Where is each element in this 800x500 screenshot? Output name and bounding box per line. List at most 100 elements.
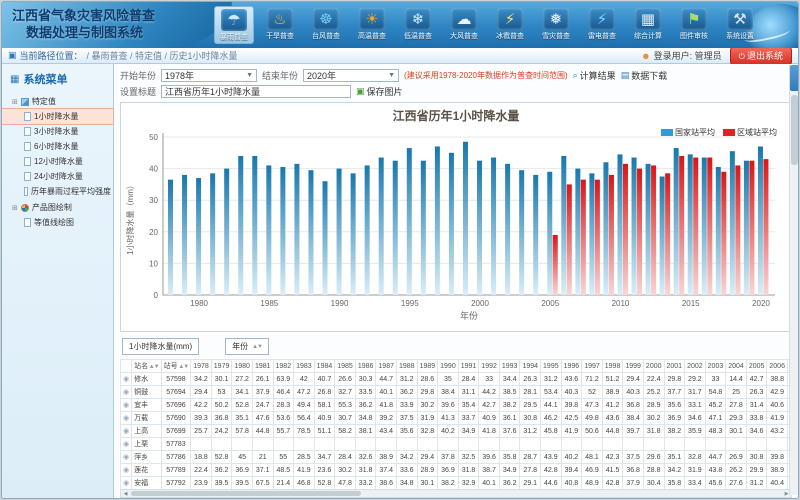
year-header-1995[interactable]: 1995 xyxy=(541,360,562,373)
table-row-修水[interactable]: ◉修水5759834.230.127.226.163.94240.726.630… xyxy=(121,373,793,386)
metric-select[interactable]: 1小时降水量(mm) xyxy=(122,338,199,355)
vertical-scroll-thumb[interactable] xyxy=(791,95,798,165)
year-header-1982[interactable]: 1982 xyxy=(273,360,294,373)
year-header-1996[interactable]: 1996 xyxy=(561,360,582,373)
bar-national-1985 xyxy=(266,165,271,295)
table-row-宜丰[interactable]: ◉宜丰5769642.250.252.824.728.349.458.155.3… xyxy=(121,399,793,412)
tree-item-历年暴雨过程平均强度[interactable]: 历年暴雨过程平均强度 xyxy=(2,184,113,199)
station-name-header[interactable]: 站名 ▲▼ xyxy=(132,360,162,373)
chart-title-input[interactable] xyxy=(161,85,351,98)
year-header-2002[interactable]: 2002 xyxy=(685,360,706,373)
year-header-1985[interactable]: 1985 xyxy=(335,360,356,373)
year-header-1986[interactable]: 1986 xyxy=(355,360,376,373)
year-header-1991[interactable]: 1991 xyxy=(458,360,479,373)
year-header-1978[interactable]: 1978 xyxy=(191,360,212,373)
sort-arrows-icon[interactable]: ▲▼ xyxy=(178,364,189,370)
value-cell: 18.8 xyxy=(191,451,212,464)
year-header-1987[interactable]: 1987 xyxy=(376,360,397,373)
year-header-2001[interactable]: 2001 xyxy=(664,360,685,373)
year-sort-select[interactable]: 年份▲▼ xyxy=(225,338,269,355)
download-button[interactable]: ▤ 数据下载 xyxy=(621,69,668,82)
vertical-scrollbar[interactable] xyxy=(789,65,798,495)
row-radio-icon[interactable]: ◉ xyxy=(123,376,129,383)
row-radio-icon[interactable]: ◉ xyxy=(123,415,129,422)
year-header-1997[interactable]: 1997 xyxy=(582,360,603,373)
toolbar-item-lightning-survey[interactable]: ⚡雷电普查 xyxy=(582,6,622,44)
year-header-1983[interactable]: 1983 xyxy=(294,360,315,373)
row-radio-icon[interactable]: ◉ xyxy=(123,389,129,396)
horizontal-scrollbar[interactable]: ◀ ▶ xyxy=(120,489,792,498)
toolbar-item-drought-survey[interactable]: ♨干旱普查 xyxy=(260,6,300,44)
tree-group-0[interactable]: ⊞特定值 xyxy=(2,93,113,109)
table-row-上栗[interactable]: ◉上栗57783 xyxy=(121,438,793,451)
toolbar-item-map-review[interactable]: ⚑图件审核 xyxy=(674,6,714,44)
table-row-萍乡[interactable]: ◉萍乡5778618.852.845215528.534.728.432.638… xyxy=(121,451,793,464)
tree-group-1[interactable]: ⊞产品图绘制 xyxy=(2,199,113,215)
year-header-1992[interactable]: 1992 xyxy=(479,360,500,373)
year-header-1990[interactable]: 1990 xyxy=(438,360,459,373)
radio-cell[interactable]: ◉ xyxy=(121,425,132,438)
tree-item-6小时降水量[interactable]: 6小时降水量 xyxy=(2,139,113,154)
save-image-button[interactable]: ▣ 保存图片 xyxy=(356,85,403,98)
row-radio-icon[interactable]: ◉ xyxy=(123,467,129,474)
radio-cell[interactable]: ◉ xyxy=(121,477,132,490)
scroll-up-button[interactable] xyxy=(790,65,799,91)
year-header-2004[interactable]: 2004 xyxy=(726,360,747,373)
tree-item-1小时降水量[interactable]: 1小时降水量 xyxy=(2,109,113,124)
toolbar-item-system-settings[interactable]: ⚒系统设置 xyxy=(720,6,760,44)
year-header-2000[interactable]: 2000 xyxy=(643,360,664,373)
row-radio-icon[interactable]: ◉ xyxy=(123,454,129,461)
radio-cell[interactable]: ◉ xyxy=(121,412,132,425)
radio-cell[interactable]: ◉ xyxy=(121,464,132,477)
year-header-2005[interactable]: 2005 xyxy=(746,360,767,373)
horizontal-scroll-thumb[interactable] xyxy=(131,491,361,496)
toolbar-item-low-temp-survey[interactable]: ❄低温普查 xyxy=(398,6,438,44)
radio-cell[interactable]: ◉ xyxy=(121,451,132,464)
toolbar-item-high-temp-survey[interactable]: ☀高温普查 xyxy=(352,6,392,44)
end-year-select[interactable]: 2020年▼ xyxy=(303,69,399,82)
tree-item-24小时降水量[interactable]: 24小时降水量 xyxy=(2,169,113,184)
table-row-万载[interactable]: ◉万载5769039.336.835.147.653.656.440.930.7… xyxy=(121,412,793,425)
logout-button[interactable]: ⏻退出系统 xyxy=(730,47,792,65)
year-header-1988[interactable]: 1988 xyxy=(396,360,417,373)
year-header-1999[interactable]: 1999 xyxy=(623,360,644,373)
sort-arrows-icon[interactable]: ▲▼ xyxy=(148,364,159,370)
tree-item-等值线绘图[interactable]: 等值线绘图 xyxy=(2,215,113,230)
row-radio-icon[interactable]: ◉ xyxy=(123,441,129,448)
radio-cell[interactable]: ◉ xyxy=(121,399,132,412)
tree-item-12小时降水量[interactable]: 12小时降水量 xyxy=(2,154,113,169)
radio-cell[interactable]: ◉ xyxy=(121,386,132,399)
toolbar-item-hail-survey[interactable]: ⚡冰雹普查 xyxy=(490,6,530,44)
year-header-1994[interactable]: 1994 xyxy=(520,360,541,373)
table-row-安福[interactable]: ◉安福5779223.939.539.567.521.446.852.847.8… xyxy=(121,477,793,490)
year-header-1998[interactable]: 1998 xyxy=(602,360,623,373)
year-header-1993[interactable]: 1993 xyxy=(499,360,520,373)
row-radio-icon[interactable]: ◉ xyxy=(123,402,129,409)
expand-icon[interactable]: ⊞ xyxy=(12,204,18,212)
toolbar-item-typhoon-survey[interactable]: ☸台风普查 xyxy=(306,6,346,44)
table-row-莲花[interactable]: ◉莲花5778922.436.236.937.148.541.923.630.2… xyxy=(121,464,793,477)
year-header-1984[interactable]: 1984 xyxy=(314,360,335,373)
row-radio-icon[interactable]: ◉ xyxy=(123,428,129,435)
calculate-button[interactable]: ⌕ 计算结果 xyxy=(573,69,616,82)
toolbar-item-gale-survey[interactable]: ☁大风普查 xyxy=(444,6,484,44)
row-radio-icon[interactable]: ◉ xyxy=(123,480,129,487)
start-year-select[interactable]: 1978年▼ xyxy=(161,69,257,82)
scroll-left-icon[interactable]: ◀ xyxy=(121,490,130,497)
year-header-1980[interactable]: 1980 xyxy=(232,360,253,373)
tree-item-3小时降水量[interactable]: 3小时降水量 xyxy=(2,124,113,139)
station-id-header[interactable]: 站号 ▲▼ xyxy=(161,360,191,373)
toolbar-item-comprehensive-calc[interactable]: ▦综合计算 xyxy=(628,6,668,44)
year-header-1979[interactable]: 1979 xyxy=(211,360,232,373)
year-header-2006[interactable]: 2006 xyxy=(767,360,788,373)
table-row-上高[interactable]: ◉上高5769925.724.257.844.855.778.551.158.2… xyxy=(121,425,793,438)
toolbar-item-snow-survey[interactable]: ❅雪灾普查 xyxy=(536,6,576,44)
radio-cell[interactable]: ◉ xyxy=(121,438,132,451)
expand-icon[interactable]: ⊞ xyxy=(12,98,18,106)
year-header-1989[interactable]: 1989 xyxy=(417,360,438,373)
year-header-2003[interactable]: 2003 xyxy=(705,360,726,373)
table-row-铜鼓[interactable]: ◉铜鼓5769429.45334.137.946.447.226.832.733… xyxy=(121,386,793,399)
year-header-1981[interactable]: 1981 xyxy=(252,360,273,373)
toolbar-item-rainstorm-survey[interactable]: ☂暴雨普查 xyxy=(214,6,254,44)
radio-cell[interactable]: ◉ xyxy=(121,373,132,386)
